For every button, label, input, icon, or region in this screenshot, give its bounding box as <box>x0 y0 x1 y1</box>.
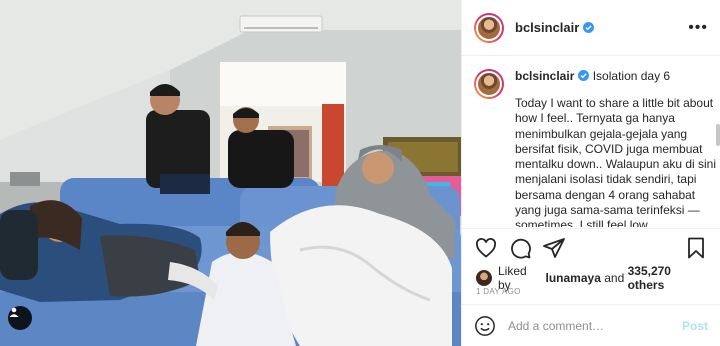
caption-verified-badge-icon <box>578 70 590 81</box>
liker-avatar[interactable] <box>476 270 492 286</box>
post-side-panel: bclsinclair ••• bclsinclair Isolation da… <box>461 0 720 346</box>
caption-username[interactable]: bclsinclair <box>515 69 574 83</box>
emoji-icon[interactable] <box>474 315 496 337</box>
bookmark-icon[interactable] <box>684 236 708 260</box>
more-options-icon[interactable]: ••• <box>688 19 708 36</box>
caption-text: Today I want to share a little bit about… <box>515 96 716 227</box>
likes-others-link[interactable]: 335,270 others <box>628 264 710 292</box>
add-comment-bar: Post <box>462 304 720 346</box>
caption-first-line: Isolation day 6 <box>592 69 671 83</box>
instagram-post-dialog: bclsinclair ••• bclsinclair Isolation da… <box>0 0 720 346</box>
heart-icon[interactable] <box>474 236 498 260</box>
caption-author-avatar[interactable] <box>474 69 504 99</box>
post-timestamp[interactable]: 1 day ago <box>476 287 521 296</box>
caption-body: bclsinclair Isolation day 6 Today I want… <box>515 69 720 227</box>
post-actions-bar <box>462 228 720 266</box>
post-comment-button[interactable]: Post <box>682 319 708 333</box>
comments-section: bclsinclair Isolation day 6 Today I want… <box>462 57 720 227</box>
verified-badge-icon <box>583 22 595 33</box>
author-username[interactable]: bclsinclair <box>515 20 595 35</box>
comment-input[interactable] <box>508 318 682 333</box>
comments-scrollbar[interactable] <box>716 124 720 146</box>
liker-username[interactable]: lunamaya <box>546 271 601 285</box>
user-tag-icon[interactable] <box>8 306 32 330</box>
caption: bclsinclair Isolation day 6 Today I want… <box>474 69 716 227</box>
likes-connector: and <box>604 271 625 285</box>
photo-illustration <box>0 0 461 346</box>
comment-icon[interactable] <box>508 236 532 260</box>
caption-header-line: bclsinclair Isolation day 6 <box>515 69 720 84</box>
author-username-text[interactable]: bclsinclair <box>515 20 579 35</box>
user-silhouette-icon <box>9 307 19 317</box>
post-photo[interactable] <box>0 0 461 346</box>
post-header: bclsinclair ••• <box>462 0 720 56</box>
paper-plane-icon[interactable] <box>542 236 566 260</box>
author-avatar[interactable] <box>474 12 504 43</box>
